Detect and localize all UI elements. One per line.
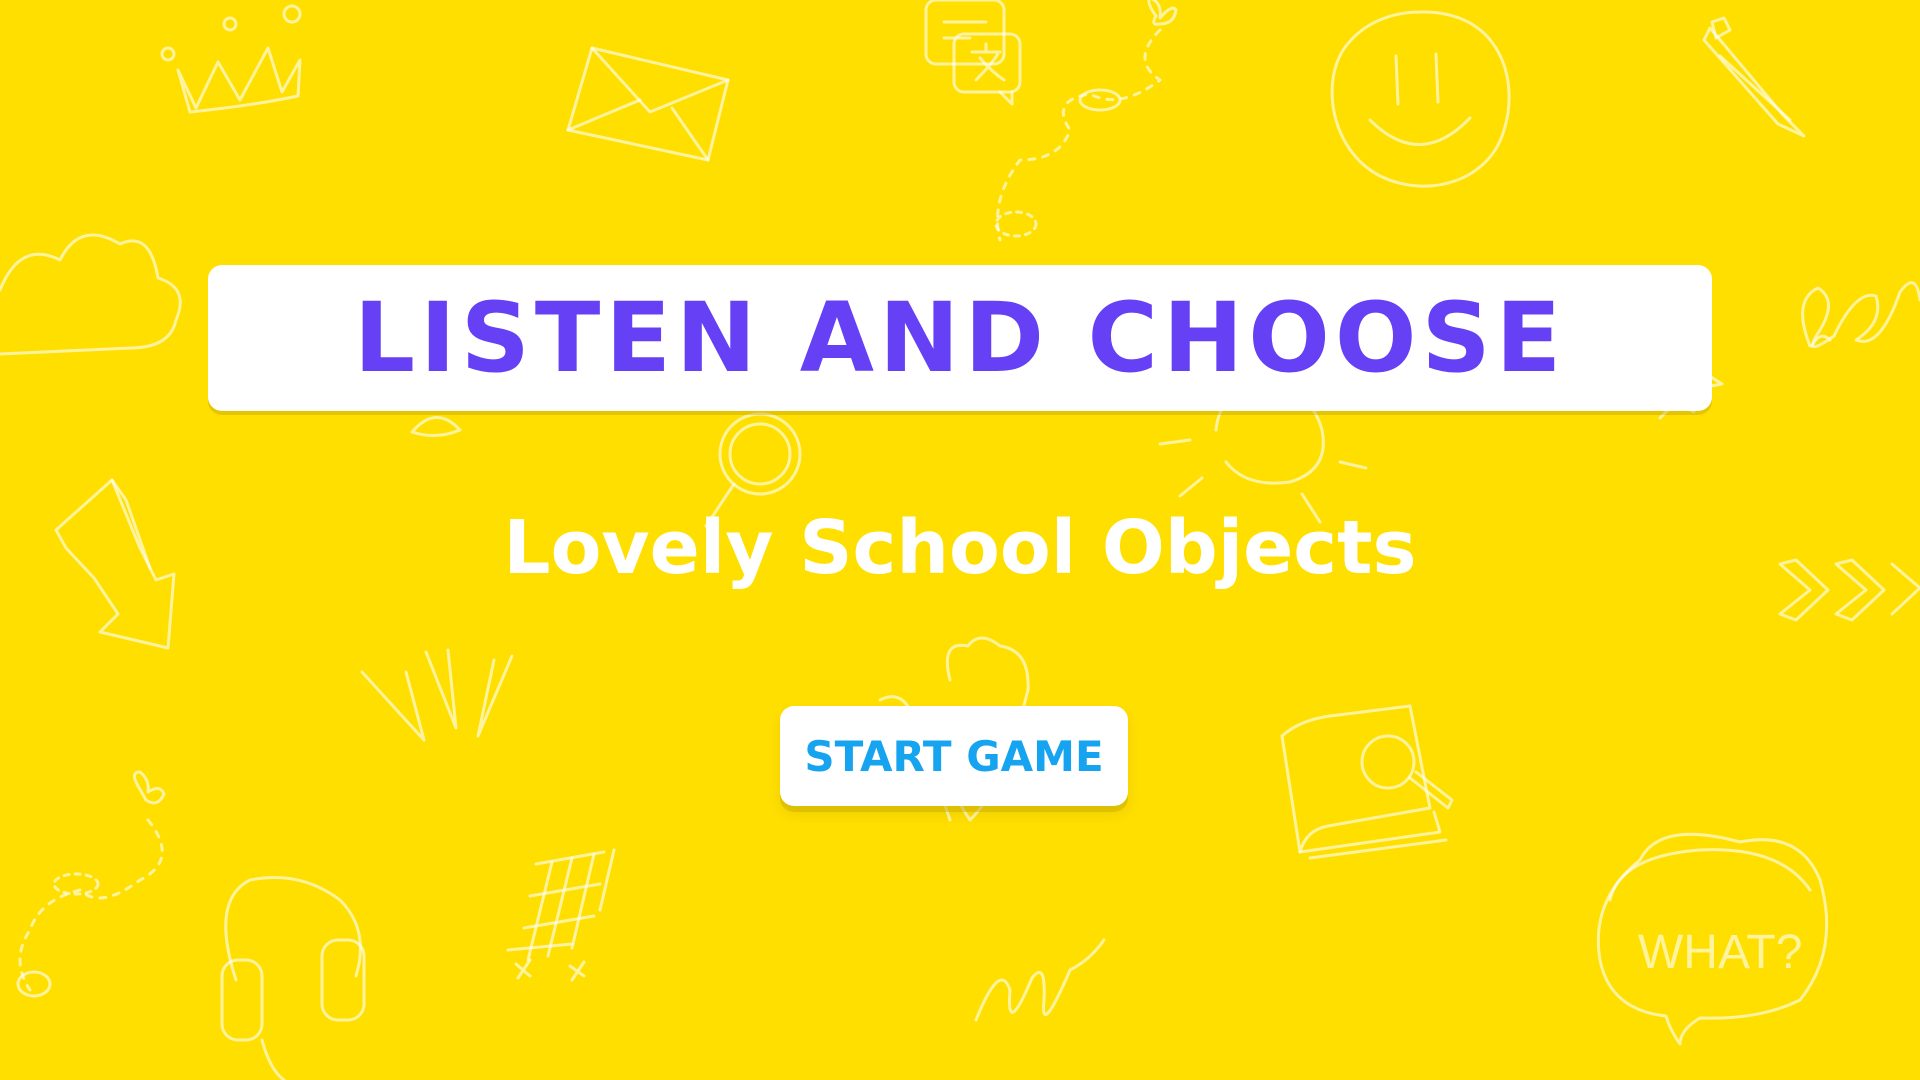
headphones-icon	[220, 876, 366, 1080]
smiley-face-icon	[1330, 10, 1511, 188]
translate-bubble-icon	[924, 0, 1022, 106]
speech-bubble-icon: WHAT?	[1596, 832, 1829, 1046]
hash-scribble-icon	[506, 848, 616, 982]
page-title: LISTEN AND CHOOSE	[353, 282, 1567, 394]
squiggle-icon	[974, 938, 1106, 1022]
pencil-icon	[1702, 16, 1806, 138]
butterfly-icon	[994, 0, 1178, 242]
butterfly-icon	[16, 770, 166, 998]
speech-bubble-text: WHAT?	[1638, 926, 1802, 979]
start-game-button[interactable]: START GAME	[780, 706, 1128, 806]
start-game-label: START GAME	[804, 731, 1104, 781]
title-banner: LISTEN AND CHOOSE	[208, 265, 1712, 411]
crown-icon	[160, 4, 302, 114]
envelope-icon	[566, 46, 730, 162]
leaf-icon	[410, 416, 462, 437]
cloud-icon	[0, 233, 182, 356]
spiral-icon	[1801, 281, 1920, 348]
sparkle-lines-icon	[360, 648, 514, 742]
book-search-icon	[1280, 704, 1454, 860]
game-subtitle: Lovely School Objects	[503, 505, 1417, 591]
